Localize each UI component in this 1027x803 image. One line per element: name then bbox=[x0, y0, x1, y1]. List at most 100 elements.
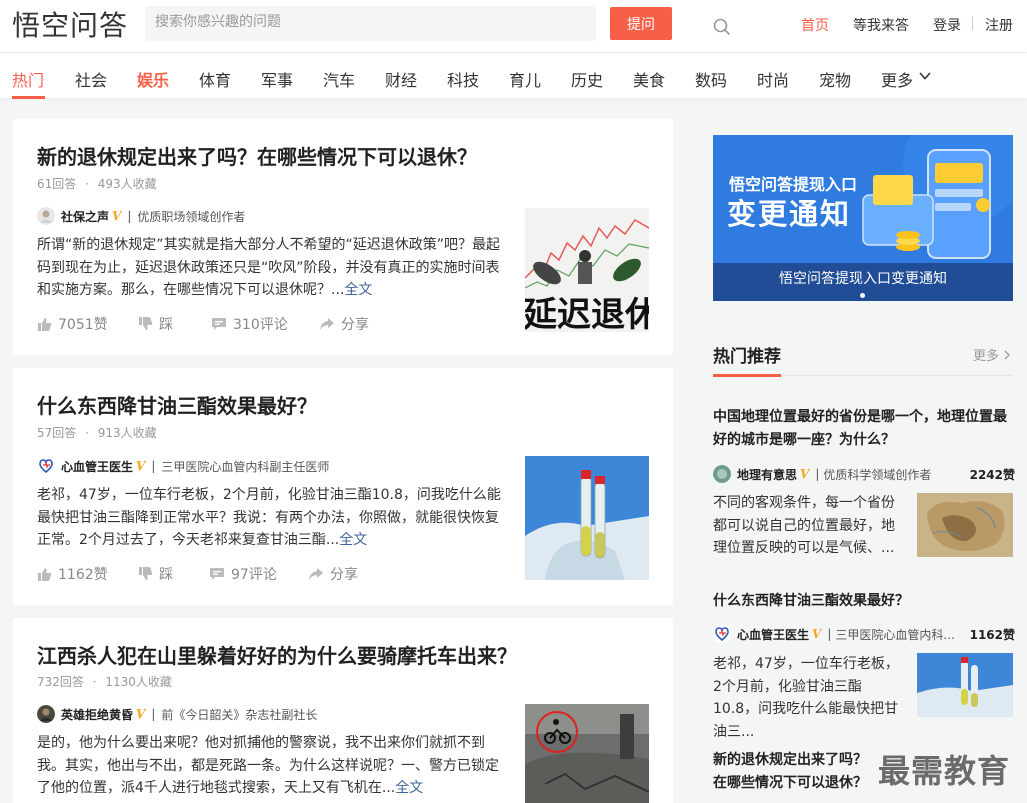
author-title: 三甲医院心血管内科... bbox=[835, 627, 955, 642]
author-name[interactable]: 心血管王医生 bbox=[737, 626, 809, 643]
author-title: 三甲医院心血管内科副主任医师 bbox=[161, 459, 330, 474]
sidebar-question-title[interactable]: 中国地理位置最好的省份是哪一个，地理位置最好的城市是哪一座？为什么？ bbox=[713, 406, 1015, 451]
answer-excerpt[interactable]: 老祁，47岁，一位车行老板，2个月前，化验甘油三酯10.8，问我吃什么能最快把甘… bbox=[37, 484, 501, 552]
sidebar-excerpt[interactable]: 不同的客观条件，每一个省份都可以说自己的位置最好，地理位置反映的可以是气候、..… bbox=[713, 492, 903, 560]
avatar[interactable] bbox=[713, 625, 731, 643]
question-meta: 61回答 · 493人收藏 bbox=[37, 177, 157, 191]
answer-thumbnail[interactable] bbox=[525, 704, 649, 803]
more-link[interactable]: 更多 bbox=[973, 345, 1011, 364]
banner-headline: 变更通知 bbox=[727, 197, 852, 231]
comment-button[interactable]: 97评论 bbox=[209, 564, 277, 584]
like-count: 2242赞 bbox=[969, 467, 1015, 482]
nav-divider bbox=[972, 16, 973, 30]
question-title[interactable]: 江西杀人犯在山里躲着好好的为什么要骑摩托车出来？ bbox=[37, 640, 517, 669]
channel-entertainment[interactable]: 娱乐 bbox=[137, 67, 169, 91]
channel-sports[interactable]: 体育 bbox=[199, 67, 231, 91]
nav-home[interactable]: 首页 bbox=[801, 15, 829, 35]
ask-question-button[interactable]: 提问 bbox=[610, 7, 672, 40]
thumbnail-image bbox=[917, 653, 1013, 717]
channel-finance[interactable]: 财经 bbox=[385, 67, 417, 91]
nav-wait-answer[interactable]: 等我来答 bbox=[853, 15, 909, 35]
author-title: 前《今日韶关》杂志社副社长 bbox=[161, 707, 318, 722]
chevron-down-icon[interactable] bbox=[918, 69, 932, 83]
channel-more[interactable]: 更多 bbox=[881, 67, 913, 91]
sidebar-author-row: 地理有意思 V | 优质科学领域创作者 2242赞 bbox=[713, 464, 1015, 484]
avatar[interactable] bbox=[37, 457, 55, 475]
favorite-count: 913人收藏 bbox=[97, 426, 157, 440]
avatar[interactable] bbox=[37, 207, 55, 225]
thumbs-up-icon bbox=[38, 568, 52, 581]
channel-food[interactable]: 美食 bbox=[633, 67, 665, 91]
verified-badge-icon: V bbox=[800, 467, 810, 481]
channel-military[interactable]: 军事 bbox=[261, 67, 293, 91]
avatar[interactable] bbox=[37, 705, 55, 723]
channel-tech[interactable]: 科技 bbox=[447, 67, 479, 91]
active-channel-indicator bbox=[12, 96, 45, 99]
channel-bar: 热门 社会 娱乐 体育 军事 汽车 财经 科技 育儿 历史 美食 数码 时尚 宠… bbox=[0, 52, 1027, 99]
answer-count: 57回答 bbox=[37, 426, 77, 440]
channel-auto[interactable]: 汽车 bbox=[323, 67, 355, 91]
sidebar-thumbnail[interactable] bbox=[917, 653, 1013, 717]
search-input[interactable] bbox=[155, 14, 555, 30]
dislike-button[interactable]: 踩 bbox=[138, 564, 173, 584]
search-box[interactable] bbox=[145, 6, 731, 41]
share-icon bbox=[309, 568, 323, 580]
thumbs-down-icon bbox=[139, 317, 153, 330]
sidebar-question-title[interactable]: 什么东西降甘油三酯效果最好？ bbox=[713, 590, 1015, 613]
avatar[interactable] bbox=[713, 465, 731, 483]
answer-thumbnail[interactable]: 延迟退休 bbox=[525, 208, 649, 332]
nav-register[interactable]: 注册 bbox=[985, 15, 1013, 35]
full-text-link[interactable]: 全文 bbox=[344, 282, 372, 298]
thumbnail-image: 延迟退休 bbox=[525, 208, 649, 332]
sidebar-question-title[interactable]: 新的退休规定出来了吗？在哪些情况下可以退休？ bbox=[713, 749, 873, 794]
channel-pets[interactable]: 宠物 bbox=[819, 67, 851, 91]
answer-excerpt[interactable]: 所谓“新的退休规定”其实就是指大部分人不希望的“延迟退休政策”吧？最起码到现在为… bbox=[37, 234, 501, 302]
verified-badge-icon: V bbox=[136, 459, 146, 473]
thumbs-up-icon bbox=[38, 318, 52, 331]
author-name[interactable]: 地理有意思 bbox=[737, 466, 797, 483]
promo-banner[interactable]: 悟空问答提现入口 变更通知 悟空问答提现入口变更通知 bbox=[713, 135, 1013, 301]
like-button[interactable]: 1162赞 bbox=[37, 564, 108, 584]
author-name[interactable]: 社保之声 bbox=[61, 208, 109, 225]
favorite-count: 1130人收藏 bbox=[105, 675, 172, 689]
hot-recommend-title: 热门推荐 bbox=[713, 347, 781, 367]
author-title: 优质科学领域创作者 bbox=[823, 467, 932, 482]
sidebar-excerpt[interactable]: 老祁，47岁，一位车行老板，2个月前，化验甘油三酯10.8，问我吃什么能最快把甘… bbox=[713, 653, 903, 743]
channel-fashion[interactable]: 时尚 bbox=[757, 67, 789, 91]
comment-icon bbox=[212, 318, 226, 330]
channel-digital[interactable]: 数码 bbox=[695, 67, 727, 91]
author-name[interactable]: 心血管王医生 bbox=[61, 458, 133, 475]
sidebar-author-row: 心血管王医生 V | 三甲医院心血管内科... 1162赞 bbox=[713, 624, 1015, 644]
site-logo[interactable]: 悟空问答 bbox=[12, 4, 128, 44]
nav-login[interactable]: 登录 bbox=[933, 15, 961, 35]
answer-count: 61回答 bbox=[37, 177, 77, 191]
full-text-link[interactable]: 全文 bbox=[395, 780, 423, 796]
question-card: 什么东西降甘油三酯效果最好？ 57回答 · 913人收藏 心血管王医生 V | … bbox=[13, 368, 673, 605]
question-card: 新的退休规定出来了吗？在哪些情况下可以退休？ 61回答 · 493人收藏 社保之… bbox=[13, 119, 673, 355]
section-accent bbox=[713, 374, 781, 377]
like-button[interactable]: 7051赞 bbox=[37, 314, 108, 334]
question-title[interactable]: 新的退休规定出来了吗？在哪些情况下可以退休？ bbox=[37, 141, 477, 170]
answer-thumbnail[interactable] bbox=[525, 456, 649, 580]
search-icon[interactable] bbox=[713, 18, 731, 36]
watermark: 最需教育 bbox=[878, 752, 1011, 790]
answer-count: 732回答 bbox=[37, 675, 84, 689]
answer-excerpt[interactable]: 是的，他为什么要出来呢？他对抓捕他的警察说，我不出来你们就抓不到我。其实，他出与… bbox=[37, 732, 501, 800]
verified-badge-icon: V bbox=[112, 209, 122, 223]
share-button[interactable]: 分享 bbox=[319, 314, 369, 334]
share-button[interactable]: 分享 bbox=[308, 564, 358, 584]
favorite-count: 493人收藏 bbox=[97, 177, 157, 191]
sidebar-thumbnail[interactable] bbox=[917, 493, 1013, 557]
dislike-button[interactable]: 踩 bbox=[138, 314, 173, 334]
carousel-indicator[interactable] bbox=[860, 293, 865, 298]
full-text-link[interactable]: 全文 bbox=[339, 532, 367, 548]
channel-history[interactable]: 历史 bbox=[571, 67, 603, 91]
author-name[interactable]: 英雄拒绝黄昏 bbox=[61, 706, 133, 723]
channel-hot[interactable]: 热门 bbox=[12, 67, 44, 91]
comment-button[interactable]: 310评论 bbox=[211, 314, 288, 334]
channel-parenting[interactable]: 育儿 bbox=[509, 67, 541, 91]
question-title[interactable]: 什么东西降甘油三酯效果最好？ bbox=[37, 390, 317, 419]
author-row: 心血管王医生 V | 三甲医院心血管内科副主任医师 bbox=[37, 456, 329, 476]
channel-society[interactable]: 社会 bbox=[75, 67, 107, 91]
map-thumbnail-image bbox=[917, 493, 1013, 557]
